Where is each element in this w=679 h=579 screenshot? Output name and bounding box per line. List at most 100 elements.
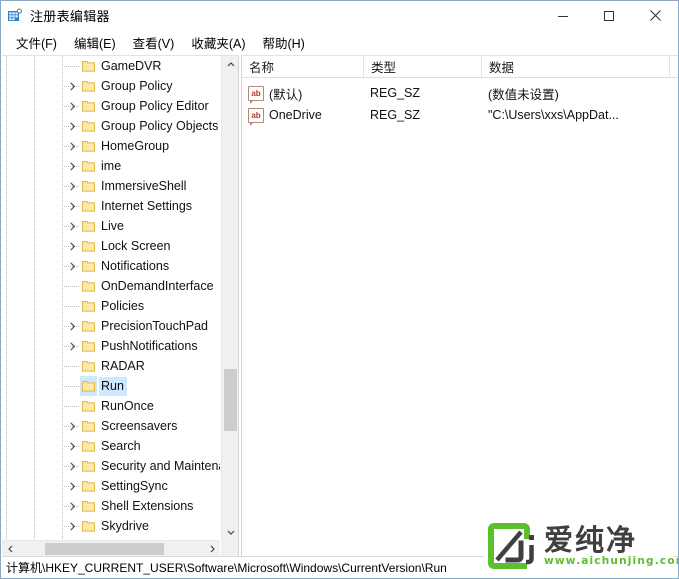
tree-item-group-policy[interactable]: Group Policy [2, 76, 220, 96]
chevron-right-icon[interactable] [66, 116, 78, 136]
tree-item-ime[interactable]: ime [2, 156, 220, 176]
chevron-right-icon[interactable] [66, 336, 78, 356]
tree-item-homegroup[interactable]: HomeGroup [2, 136, 220, 156]
chevron-right-icon[interactable] [66, 256, 78, 276]
aichunjing-mark-icon [488, 523, 536, 569]
scroll-right-arrow[interactable] [203, 541, 220, 557]
tree-item-runonce[interactable]: RunOnce [2, 396, 220, 416]
chevron-right-icon[interactable] [66, 76, 78, 96]
value-row[interactable]: ab (默认) REG_SZ (数值未设置) [242, 82, 678, 104]
tree-connector [62, 406, 80, 407]
values-column-header: 名称 类型 数据 [242, 56, 678, 78]
minimize-button[interactable] [540, 1, 586, 30]
folder-icon [80, 316, 97, 336]
tree-item-label: Lock Screen [101, 239, 171, 253]
chevron-right-icon[interactable] [66, 476, 78, 496]
folder-icon [80, 276, 97, 296]
folder-icon [80, 116, 97, 136]
chevron-right-icon[interactable] [66, 216, 78, 236]
tree-item-skydrive[interactable]: Skydrive [2, 516, 220, 536]
value-data-cell: (数值未设置) [488, 87, 559, 102]
tree-item-shell-extensions[interactable]: Shell Extensions [2, 496, 220, 516]
folder-icon [80, 96, 97, 116]
chevron-right-icon[interactable] [66, 456, 78, 476]
tree-connector [62, 386, 80, 387]
value-type-cell: REG_SZ [370, 86, 421, 100]
chevron-right-icon[interactable] [66, 516, 78, 536]
window-title: 注册表编辑器 [30, 9, 110, 24]
tree-item-search[interactable]: Search [2, 436, 220, 456]
tree-item-label: ime [101, 159, 122, 173]
folder-icon [80, 456, 97, 476]
tree-connector [62, 306, 80, 307]
tree-item-screensavers[interactable]: Screensavers [2, 416, 220, 436]
tree-vertical-scroll-thumb[interactable] [224, 369, 237, 431]
tree-item-notifications[interactable]: Notifications [2, 256, 220, 276]
tree-item-live[interactable]: Live [2, 216, 220, 236]
scroll-up-arrow[interactable] [222, 56, 238, 73]
chevron-right-icon[interactable] [66, 176, 78, 196]
menu-favorites[interactable]: 收藏夹(A) [183, 31, 254, 54]
tree-item-policies[interactable]: Policies [2, 296, 220, 316]
tree-item-radar[interactable]: RADAR [2, 356, 220, 376]
tree-item-ondemandinterface[interactable]: OnDemandInterface [2, 276, 220, 296]
tree-item-settingsync[interactable]: SettingSync [2, 476, 220, 496]
chevron-right-icon[interactable] [66, 436, 78, 456]
chevron-right-icon[interactable] [66, 416, 78, 436]
registry-tree[interactable]: GameDVR Group Policy Group Policy Editor Gr… [2, 56, 220, 540]
value-name-label: OneDrive [269, 108, 322, 122]
chevron-right-icon[interactable] [66, 156, 78, 176]
tree-item-label: Security and Maintenance [101, 459, 220, 473]
tree-item-pushnotifications[interactable]: PushNotifications [2, 336, 220, 356]
tree-horizontal-scrollbar[interactable] [2, 540, 220, 557]
tree-connector [62, 286, 80, 287]
scroll-down-arrow[interactable] [222, 523, 238, 540]
tree-item-group-policy-objects[interactable]: Group Policy Objects [2, 116, 220, 136]
tree-item-run[interactable]: Run [2, 376, 220, 396]
window-controls [540, 1, 678, 30]
menu-edit[interactable]: 编辑(E) [66, 31, 125, 54]
tree-item-label: RADAR [101, 359, 145, 373]
menu-view[interactable]: 查看(V) [125, 31, 184, 54]
chevron-right-icon[interactable] [66, 136, 78, 156]
folder-icon [80, 76, 97, 96]
tree-item-immersiveshell[interactable]: ImmersiveShell [2, 176, 220, 196]
chevron-right-icon[interactable] [66, 96, 78, 116]
folder-icon [80, 396, 97, 416]
tree-item-label: Group Policy [101, 79, 173, 93]
tree-item-label: HomeGroup [101, 139, 170, 153]
tree-item-label: Policies [101, 299, 145, 313]
folder-icon [80, 496, 97, 516]
menu-help[interactable]: 帮助(H) [254, 31, 313, 54]
menu-file[interactable]: 文件(F) [8, 31, 66, 54]
registry-editor-icon [7, 8, 23, 24]
column-name[interactable]: 名称 [242, 56, 364, 77]
value-row[interactable]: ab OneDrive REG_SZ "C:\Users\xxs\AppDat... [242, 104, 678, 126]
chevron-right-icon[interactable] [66, 196, 78, 216]
folder-icon [80, 216, 97, 236]
folder-icon [80, 336, 97, 356]
chevron-right-icon[interactable] [66, 316, 78, 336]
tree-item-precisiontouchpad[interactable]: PrecisionTouchPad [2, 316, 220, 336]
folder-icon [80, 476, 97, 496]
tree-item-security-and-maintenance[interactable]: Security and Maintenance [2, 456, 220, 476]
chevron-right-icon[interactable] [66, 496, 78, 516]
main-split: GameDVR Group Policy Group Policy Editor Gr… [2, 55, 678, 557]
tree-item-gamedvr[interactable]: GameDVR [2, 56, 220, 76]
column-type[interactable]: 类型 [364, 56, 482, 77]
column-data[interactable]: 数据 [482, 56, 670, 77]
tree-item-internet-settings[interactable]: Internet Settings [2, 196, 220, 216]
value-type-cell: REG_SZ [370, 108, 421, 122]
tree-item-label: Notifications [101, 259, 170, 273]
tree-item-group-policy-editor[interactable]: Group Policy Editor [2, 96, 220, 116]
tree-vertical-scrollbar[interactable] [221, 56, 238, 540]
folder-icon [80, 356, 97, 376]
close-button[interactable] [632, 1, 678, 30]
tree-item-lock-screen[interactable]: Lock Screen [2, 236, 220, 256]
tree-item-label: PrecisionTouchPad [101, 319, 209, 333]
tree-horizontal-scroll-thumb[interactable] [45, 543, 164, 555]
scroll-left-arrow[interactable] [2, 541, 19, 557]
tree-item-label: Search [101, 439, 141, 453]
chevron-right-icon[interactable] [66, 236, 78, 256]
maximize-button[interactable] [586, 1, 632, 30]
